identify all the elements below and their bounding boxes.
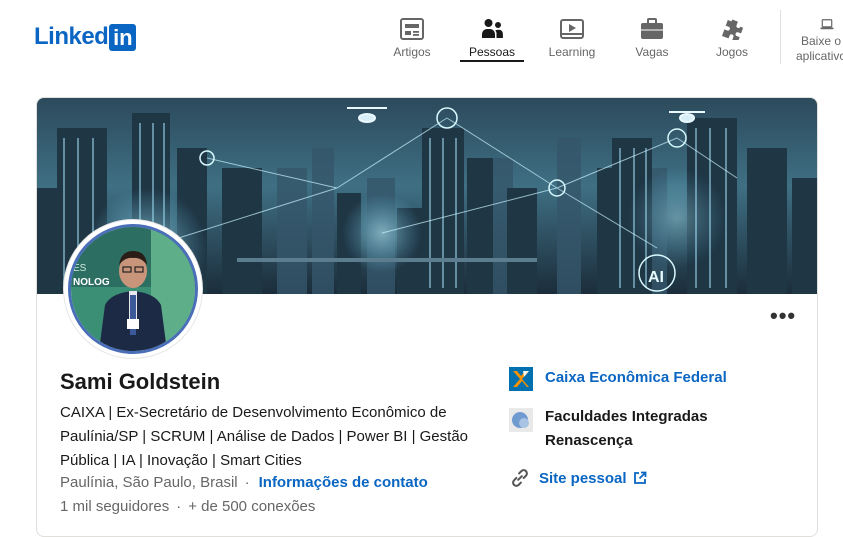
active-underline [460,60,524,62]
profile-orgs: Caixa Econômica Federal Faculdades Integ… [509,366,789,489]
profile-avatar[interactable]: ES NOLOG [64,220,202,358]
learning-icon [560,19,584,39]
jobs-icon [641,18,663,39]
nav-label-artigos: Artigos [393,45,431,59]
games-icon [722,19,744,40]
followers-count[interactable]: 1 mil seguidores [60,498,169,515]
laptop-icon [820,19,834,30]
more-actions-button[interactable]: ••• [770,305,796,327]
profile-headline: CAIXA | Ex-Secretário de Desenvolvimento… [60,404,469,469]
personal-site-link[interactable]: Site pessoal [509,467,789,489]
avatar-bg-text-1: ES [73,263,87,274]
articles-icon [400,18,424,40]
school-name: Faculdades Integradas Renascença [545,408,708,449]
external-link-icon [633,471,646,484]
profile-name: Sami Goldstein [60,369,221,394]
nav-item-vagas[interactable]: Vagas [626,0,678,64]
link-icon [512,469,528,487]
logo-box: in [109,23,137,51]
nav-label-vagas: Vagas [635,45,669,59]
nav-divider [780,10,781,64]
linkedin-logo[interactable]: Linked in [34,23,137,51]
current-company[interactable]: Caixa Econômica Federal [509,366,789,391]
download-line1: Baixe o [801,34,842,48]
nav-item-jogos[interactable]: Jogos [706,0,758,64]
logo-word: Linked [34,23,109,50]
nav-item-learning[interactable]: Learning [546,0,598,64]
avatar-bg-text-2: NOLOG [73,277,110,288]
avatar-photo: ES NOLOG [68,224,198,354]
connections-count[interactable]: + de 500 conexões [188,498,315,515]
site-label: Site pessoal [539,469,627,487]
nav-item-download-app[interactable]: Baixe o aplicativo [796,0,843,64]
company-name: Caixa Econômica Federal [545,369,727,386]
separator-dot: · [244,474,250,491]
profile-stats: 1 mil seguidores · + de 500 conexões [60,498,315,515]
avatar-image: ES NOLOG [71,227,195,351]
profile-location-row: Paulínia, São Paulo, Brasil · Informações … [60,474,428,491]
banner-ai-badge: AI [648,269,664,286]
school-logo-icon [509,408,533,432]
caixa-logo-icon [509,367,533,391]
nav-label-jogos: Jogos [715,45,749,59]
nav-label-pessoas: Pessoas [468,45,516,59]
download-line2: aplicativo [796,49,843,63]
education[interactable]: Faculdades Integradas Renascença [509,405,789,453]
global-nav: Linked in Artigos Pessoas Learning Vagas… [0,0,843,72]
people-icon [482,19,503,38]
nav-label-download: Baixe o aplicativo [796,34,843,64]
nav-item-pessoas[interactable]: Pessoas [460,0,524,64]
separator-dot: · [176,498,182,515]
profile-location: Paulínia, São Paulo, Brasil [60,474,238,491]
contact-info-link[interactable]: Informações de contato [259,474,428,491]
nav-item-artigos[interactable]: Artigos [386,0,438,64]
nav-label-learning: Learning [548,45,596,59]
